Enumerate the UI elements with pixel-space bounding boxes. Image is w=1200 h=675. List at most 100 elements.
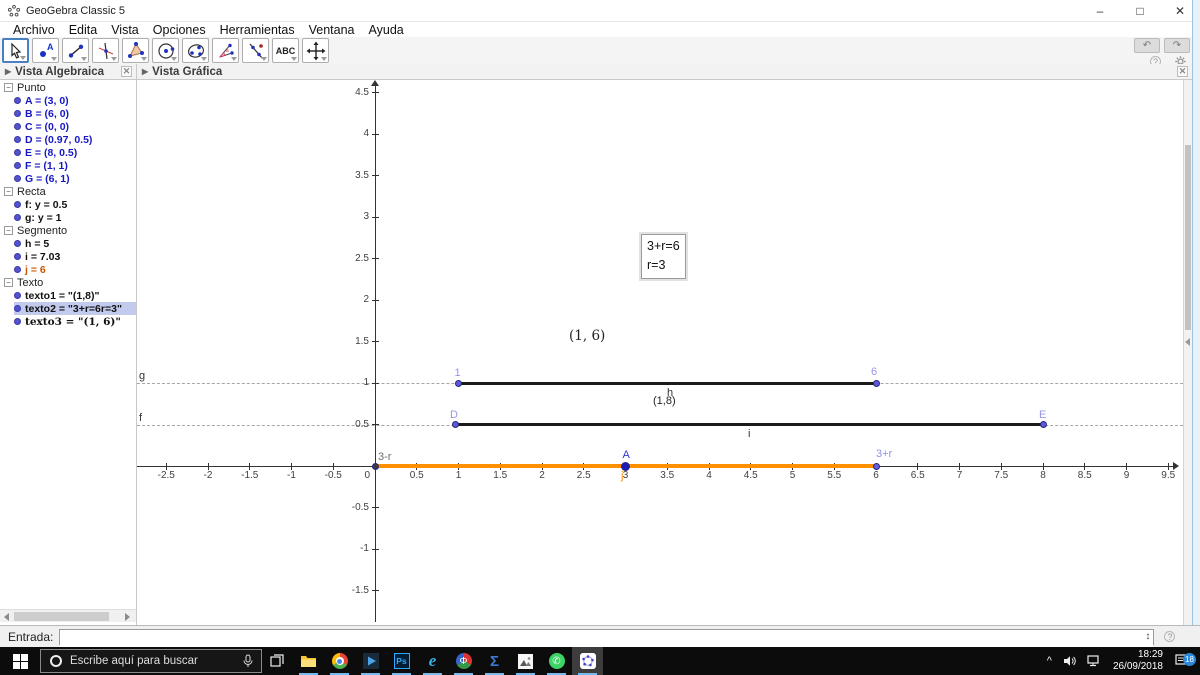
graphics-view-header[interactable]: ▶ Vista Gráfica ✕ (137, 64, 1192, 80)
algebra-close-icon[interactable]: ✕ (121, 66, 132, 77)
internet-explorer-button[interactable]: e (417, 647, 448, 675)
text-object-boxed[interactable]: 3+r=6 r=3 (639, 232, 688, 281)
entrada-input[interactable] (60, 632, 1154, 647)
algebra-item[interactable]: g: y = 1 (14, 211, 136, 224)
object-bullet-icon[interactable] (14, 266, 21, 273)
text-object[interactable]: (1, 6) (569, 328, 605, 344)
move-tool-button[interactable] (2, 38, 29, 63)
object-bullet-icon[interactable] (14, 253, 21, 260)
object-bullet-icon[interactable] (14, 214, 21, 221)
perpendicular-tool-button[interactable] (92, 38, 119, 63)
algebra-category-punto[interactable]: − Punto (4, 81, 136, 94)
menu-item-ventana[interactable]: Ventana (302, 23, 362, 37)
menu-item-opciones[interactable]: Opciones (146, 23, 213, 37)
object-bullet-icon[interactable] (14, 149, 21, 156)
sigma-app-button[interactable]: Σ (479, 647, 510, 675)
algebra-item[interactable]: texto1 = "(1,8)" (14, 289, 136, 302)
scroll-left-icon[interactable] (4, 613, 9, 621)
menu-item-archivo[interactable]: Archivo (6, 23, 62, 37)
point-6[interactable] (872, 379, 880, 387)
algebra-item[interactable]: F = (1, 1) (14, 159, 136, 172)
algebra-item[interactable]: i = 7.03 (14, 250, 136, 263)
algebra-item[interactable]: f: y = 0.5 (14, 198, 136, 211)
chrome-button[interactable] (324, 647, 355, 675)
object-bullet-icon[interactable] (14, 123, 21, 130)
point-tool-button[interactable]: A (32, 38, 59, 63)
algebra-item[interactable]: B = (6, 0) (14, 107, 136, 120)
algebra-item[interactable]: A = (3, 0) (14, 94, 136, 107)
point-3+r[interactable] (872, 462, 880, 470)
object-bullet-icon[interactable] (14, 162, 21, 169)
algebra-item[interactable]: G = (6, 1) (14, 172, 136, 185)
text-tool-button[interactable]: ABC (272, 38, 299, 63)
collapse-icon[interactable]: − (4, 83, 13, 92)
text-object[interactable]: (1,8) (653, 395, 676, 407)
panel-arrow-icon[interactable]: ▶ (142, 67, 148, 76)
collapse-arrow-icon[interactable] (1185, 338, 1190, 346)
algebra-category-texto[interactable]: − Texto (4, 276, 136, 289)
algebra-item[interactable]: j = 6 (14, 263, 136, 276)
segment-i[interactable] (455, 423, 1043, 426)
collapse-icon[interactable]: − (4, 278, 13, 287)
object-bullet-icon[interactable] (14, 110, 21, 117)
collapse-icon[interactable]: − (4, 226, 13, 235)
menu-item-ayuda[interactable]: Ayuda (362, 23, 411, 37)
microphone-icon[interactable] (243, 654, 253, 668)
object-bullet-icon[interactable] (14, 97, 21, 104)
panel-arrow-icon[interactable]: ▶ (5, 67, 11, 76)
polygon-tool-button[interactable] (122, 38, 149, 63)
input-help-icon[interactable]: ? (1164, 631, 1176, 642)
algebra-horizontal-scrollbar[interactable] (0, 609, 136, 622)
object-bullet-icon[interactable] (14, 318, 21, 325)
menu-item-vista[interactable]: Vista (104, 23, 146, 37)
scroll-right-icon[interactable] (125, 613, 130, 621)
point-D[interactable] (452, 421, 460, 428)
circle-tool-button[interactable] (152, 38, 179, 63)
task-view-button[interactable] (262, 647, 293, 675)
line-tool-button[interactable] (62, 38, 89, 63)
clock[interactable]: 18:29 26/09/2018 (1107, 649, 1169, 673)
algebra-item[interactable]: h = 5 (14, 237, 136, 250)
minimize-button[interactable]: – (1080, 0, 1120, 22)
point-1[interactable] (455, 379, 462, 387)
geogebra-taskbar-button[interactable] (572, 647, 603, 675)
object-bullet-icon[interactable] (14, 292, 21, 299)
conic-tool-button[interactable] (182, 38, 209, 63)
photos-button[interactable] (510, 647, 541, 675)
graphics-canvas[interactable]: g f -2.5 -2 -1.5 -1 -0.5 0.5 1 1.5 2 2.5 3 3.5 4 4.5 5 5.… (137, 80, 1183, 622)
segment-h[interactable] (458, 381, 876, 385)
object-bullet-icon[interactable] (14, 175, 21, 182)
redo-button[interactable]: ↷ (1164, 38, 1190, 53)
taskbar-search[interactable]: Escribe aquí para buscar (40, 649, 262, 673)
volume-icon[interactable] (1058, 655, 1082, 667)
object-bullet-icon[interactable] (14, 136, 21, 143)
scrollbar-thumb[interactable] (14, 612, 109, 621)
object-bullet-icon[interactable] (14, 305, 21, 312)
whatsapp-button[interactable]: ✆ (541, 647, 572, 675)
menu-item-edita[interactable]: Edita (62, 23, 105, 37)
network-icon[interactable] (1082, 655, 1107, 667)
algebra-item[interactable]: C = (0, 0) (14, 120, 136, 133)
point-A[interactable] (621, 461, 630, 471)
point-E[interactable] (1039, 421, 1047, 428)
algebra-category-recta[interactable]: − Recta (4, 185, 136, 198)
scrollbar-thumb[interactable] (1185, 145, 1191, 330)
movies-tv-button[interactable] (355, 647, 386, 675)
maximize-button[interactable]: □ (1120, 0, 1160, 22)
start-button[interactable] (0, 647, 40, 675)
algebra-item[interactable]: D = (0.97, 0.5) (14, 133, 136, 146)
algebra-view-header[interactable]: ▶ Vista Algebraica ✕ (0, 64, 136, 80)
undo-button[interactable]: ↶ (1134, 38, 1160, 53)
file-explorer-button[interactable] (293, 647, 324, 675)
transform-tool-button[interactable] (242, 38, 269, 63)
graphics-close-icon[interactable]: ✕ (1177, 66, 1188, 77)
input-updown-icon[interactable]: ↕ (1145, 631, 1150, 642)
notification-center-button[interactable]: 18 (1169, 653, 1200, 668)
move-view-tool-button[interactable] (302, 38, 329, 63)
algebra-item[interactable]: E = (8, 0.5) (14, 146, 136, 159)
math-app-button[interactable]: Φ (448, 647, 479, 675)
angle-tool-button[interactable]: a (212, 38, 239, 63)
point-3-r[interactable] (371, 462, 379, 470)
algebra-item[interactable]: texto2 = "3+r=6r=3" (14, 302, 136, 315)
photoshop-button[interactable]: Ps (386, 647, 417, 675)
